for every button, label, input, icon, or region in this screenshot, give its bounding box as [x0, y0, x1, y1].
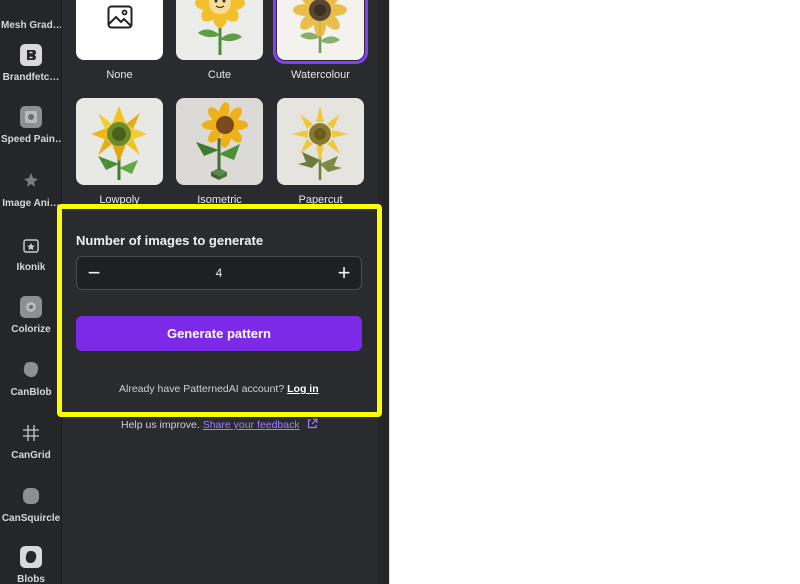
sidebar-item-image-animation[interactable]: Image Ani… — [0, 170, 62, 220]
style-card-cute[interactable] — [176, 0, 263, 60]
feedback-prompt-text: Help us improve. — [121, 419, 200, 431]
sidebar-item-label: Ikonik — [16, 262, 46, 273]
sidebar-item-speed-paint[interactable]: Speed Pain… — [0, 106, 62, 156]
speed-paint-icon — [20, 106, 42, 128]
blob-icon — [20, 359, 42, 381]
sidebar-item-label: CanBlob — [10, 387, 52, 398]
colorize-icon — [20, 296, 42, 318]
sidebar-item-cansquircle[interactable]: CanSquircle — [0, 485, 62, 535]
minus-icon: − — [87, 260, 101, 285]
blobs-icon — [20, 546, 42, 568]
increment-button[interactable]: + — [327, 257, 361, 289]
sunflower-watercolour-icon — [293, 0, 347, 53]
sidebar-item-mesh-gradient[interactable]: Mesh Grad… — [0, 0, 62, 42]
sidebar-item-label: Blobs — [17, 574, 45, 584]
sidebar-item-label: Image Ani… — [2, 198, 60, 209]
sunflower-isometric-icon — [196, 102, 248, 180]
grid-icon — [20, 422, 42, 444]
style-card-lowpoly[interactable] — [76, 98, 163, 185]
panel-scrollbar[interactable] — [378, 0, 390, 584]
feedback-line: Help us improve. Share your feedback — [121, 418, 318, 431]
login-link[interactable]: Log in — [287, 383, 319, 395]
style-card-papercut[interactable] — [277, 98, 364, 185]
ikonik-icon — [20, 234, 42, 256]
generate-pattern-button[interactable]: Generate pattern — [76, 316, 362, 351]
style-label-none: None — [106, 69, 133, 81]
style-card-isometric[interactable] — [176, 98, 263, 185]
sidebar-item-label: Speed Pain… — [1, 134, 61, 145]
style-card-watercolour[interactable] — [273, 0, 368, 64]
brandfetch-icon — [20, 44, 42, 66]
style-label-isometric: Isometric — [197, 194, 242, 206]
sidebar-item-ikonik[interactable]: Ikonik — [0, 234, 62, 284]
apps-sidebar: Mesh Grad… Brandfetc… Speed Pain… Image … — [0, 0, 62, 584]
account-prompt: Already have PatternedAI account? Log in — [119, 383, 319, 395]
sunflower-papercut-icon — [292, 106, 348, 180]
style-label-lowpoly: Lowpoly — [99, 194, 140, 206]
style-label-watercolour: Watercolour — [291, 69, 350, 81]
sidebar-item-cangrid[interactable]: CanGrid — [0, 422, 62, 472]
app-panel — [62, 0, 378, 584]
image-placeholder-icon — [107, 5, 133, 29]
sidebar-item-label: Mesh Grad… — [1, 20, 61, 31]
image-animation-icon — [20, 170, 42, 192]
sidebar-item-brandfetch[interactable]: Brandfetc… — [0, 44, 62, 94]
sidebar-item-blobs[interactable]: Blobs — [0, 546, 62, 584]
sunflower-lowpoly-icon — [91, 106, 147, 180]
style-card-none[interactable] — [76, 0, 163, 60]
images-count-stepper: − 4 + — [76, 256, 362, 290]
plus-icon: + — [337, 260, 351, 285]
style-label-papercut: Papercut — [298, 194, 343, 206]
sidebar-item-canblob[interactable]: CanBlob — [0, 359, 62, 409]
mesh-gradient-icon — [20, 0, 42, 14]
sidebar-item-label: CanGrid — [11, 450, 51, 461]
account-prompt-text: Already have PatternedAI account? — [119, 383, 285, 395]
style-label-cute: Cute — [207, 69, 232, 81]
sidebar-item-label: Brandfetc… — [2, 72, 60, 83]
squircle-icon — [20, 485, 42, 507]
external-link-icon — [307, 418, 317, 429]
images-count-label: Number of images to generate — [76, 233, 264, 248]
decrement-button[interactable]: − — [77, 257, 111, 289]
sunflower-cute-icon — [195, 0, 245, 55]
sidebar-item-label: CanSquircle — [1, 513, 61, 524]
design-canvas[interactable] — [390, 0, 800, 584]
images-count-value[interactable]: 4 — [111, 257, 327, 289]
sidebar-item-colorize[interactable]: Colorize — [0, 296, 62, 346]
share-feedback-link[interactable]: Share your feedback — [203, 419, 300, 431]
sidebar-item-label: Colorize — [11, 324, 51, 335]
